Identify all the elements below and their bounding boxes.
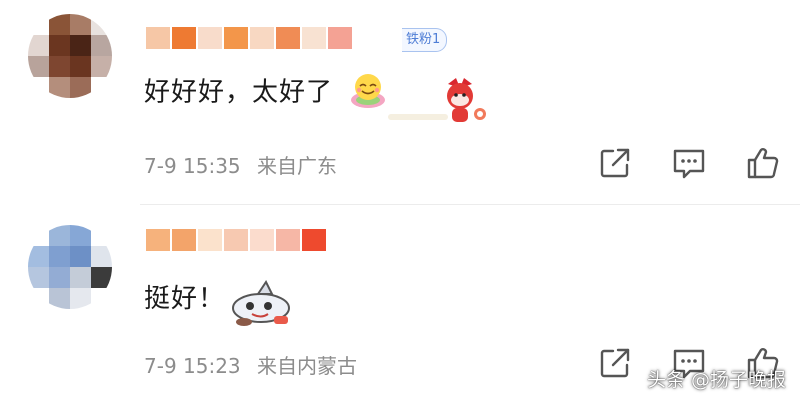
fox-sticker-icon (388, 78, 490, 128)
comment-meta: 7-9 15:23 来自内蒙古 (144, 350, 367, 379)
comment-actions (598, 146, 780, 180)
username[interactable] (146, 26, 354, 50)
avatar-pixel (28, 77, 49, 98)
comment-time: 7-9 15:23 (144, 354, 241, 378)
avatar-pixel (28, 225, 49, 246)
avatar-pixel (28, 14, 49, 35)
comment-meta: 7-9 15:35 来自广东 (144, 150, 347, 179)
fan-badge: 铁粉1 (402, 28, 448, 52)
avatar[interactable] (28, 225, 112, 309)
avatar-pixel (91, 267, 112, 288)
avatar-pixel (91, 14, 112, 35)
username-block (276, 27, 300, 49)
avatar-pixel (91, 56, 112, 77)
comment-text-content: 好好好，太好了 (144, 77, 334, 108)
comment-time: 7-9 15:35 (144, 154, 241, 178)
username-block (328, 27, 352, 49)
username-block (224, 229, 248, 251)
avatar-pixel (91, 288, 112, 309)
avatar-pixel (49, 246, 70, 267)
avatar-pixel (49, 288, 70, 309)
avatar-pixel (28, 246, 49, 267)
avatar-pixel (49, 225, 70, 246)
avatar-pixel (91, 246, 112, 267)
avatar-pixel (70, 14, 91, 35)
username-block (302, 229, 326, 251)
avatar-pixel (49, 35, 70, 56)
avatar-pixel (28, 35, 49, 56)
like-icon[interactable] (746, 146, 780, 180)
comment-text: 挺好！ (144, 278, 225, 315)
username-block (146, 27, 170, 49)
avatar-pixel (70, 77, 91, 98)
username-block (224, 27, 248, 49)
avatar-pixel (28, 288, 49, 309)
comment-text: 好好好，太好了 (144, 70, 388, 110)
username-block (146, 229, 170, 251)
avatar-pixel (91, 225, 112, 246)
comment-location: 来自广东 (257, 154, 338, 178)
avatar-pixel (49, 56, 70, 77)
avatar-pixel (49, 14, 70, 35)
avatar-pixel (70, 267, 91, 288)
avatar-pixel (70, 56, 91, 77)
avatar-pixel (91, 77, 112, 98)
watermark: 头条 @扬子晚报 (646, 369, 786, 391)
username[interactable] (146, 228, 328, 252)
username-block (172, 27, 196, 49)
comment-text-content: 挺好！ (144, 284, 226, 314)
plane-sticker-icon (228, 280, 294, 330)
username-block (172, 229, 196, 251)
avatar-pixel (28, 267, 49, 288)
avatar-pixel (49, 77, 70, 98)
avatar-pixel (91, 35, 112, 56)
divider (140, 204, 800, 205)
avatar-pixel (70, 288, 91, 309)
username-block (276, 229, 300, 251)
username-block (198, 229, 222, 251)
username-block (250, 229, 274, 251)
avatar-pixel (70, 225, 91, 246)
avatar-pixel (49, 267, 70, 288)
comment-icon[interactable] (672, 146, 706, 180)
avatar[interactable] (28, 14, 112, 98)
comment-item: 铁粉1 好好好，太好了 7-9 15:35 来自广东 (0, 0, 800, 202)
share-icon[interactable] (598, 346, 632, 380)
username-block (302, 27, 326, 49)
avatar-pixel (28, 56, 49, 77)
username-block (198, 27, 222, 49)
username-block (250, 27, 274, 49)
comment-location: 来自内蒙古 (257, 354, 358, 378)
share-icon[interactable] (598, 146, 632, 180)
avatar-pixel (70, 35, 91, 56)
avatar-pixel (70, 246, 91, 267)
smile-emoji-icon (348, 70, 388, 110)
